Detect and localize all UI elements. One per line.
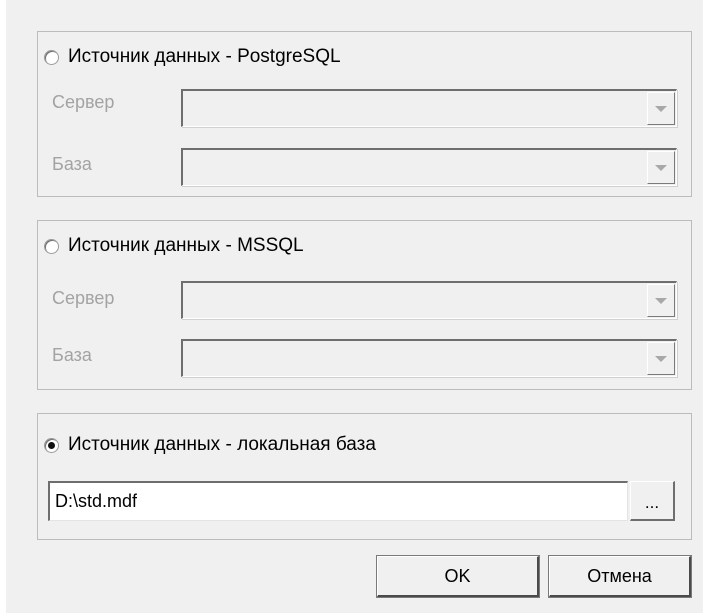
postgresql-radio-option[interactable]: Источник данных - PostgreSQL [44, 43, 341, 71]
mssql-database-label: База [52, 345, 92, 365]
mssql-source-group: Источник данных - MSSQL Сервер База [37, 220, 692, 390]
postgresql-source-group: Источник данных - PostgreSQL Сервер База [37, 31, 692, 197]
mssql-radio-option[interactable]: Источник данных - MSSQL [44, 232, 304, 260]
postgresql-database-combobox[interactable] [181, 148, 677, 186]
mssql-database-dropdown-button[interactable] [647, 342, 675, 375]
postgresql-server-label: Сервер [52, 92, 115, 112]
local-radio-icon[interactable] [44, 437, 59, 453]
postgresql-radio-label[interactable]: Источник данных - PostgreSQL [68, 46, 341, 68]
mssql-server-dropdown-button[interactable] [647, 284, 675, 317]
chevron-down-icon [655, 355, 667, 362]
postgresql-database-dropdown-button[interactable] [647, 151, 675, 184]
chevron-down-icon [655, 297, 667, 304]
postgresql-database-label: База [52, 154, 92, 174]
mssql-server-combobox[interactable] [181, 281, 677, 319]
postgresql-radio-icon[interactable] [44, 49, 59, 65]
chevron-down-icon [655, 164, 667, 171]
postgresql-server-combobox[interactable] [181, 89, 677, 127]
browse-button[interactable]: ... [630, 481, 675, 521]
local-source-group: Источник данных - локальная база D:\std.… [37, 413, 692, 540]
mssql-radio-label[interactable]: Источник данных - MSSQL [68, 235, 304, 257]
postgresql-server-dropdown-button[interactable] [647, 92, 675, 125]
local-radio-label[interactable]: Источник данных - локальная база [68, 434, 376, 456]
mssql-server-label: Сервер [52, 288, 115, 308]
local-database-path-input[interactable]: D:\std.mdf [48, 481, 628, 521]
data-source-dialog: Источник данных - PostgreSQL Сервер База… [6, 0, 703, 613]
ok-button[interactable]: OK [376, 555, 540, 598]
mssql-radio-icon[interactable] [44, 238, 59, 254]
mssql-database-combobox[interactable] [181, 339, 677, 377]
local-radio-option[interactable]: Источник данных - локальная база [44, 431, 376, 459]
chevron-down-icon [655, 105, 667, 112]
cancel-button[interactable]: Отмена [548, 555, 692, 598]
